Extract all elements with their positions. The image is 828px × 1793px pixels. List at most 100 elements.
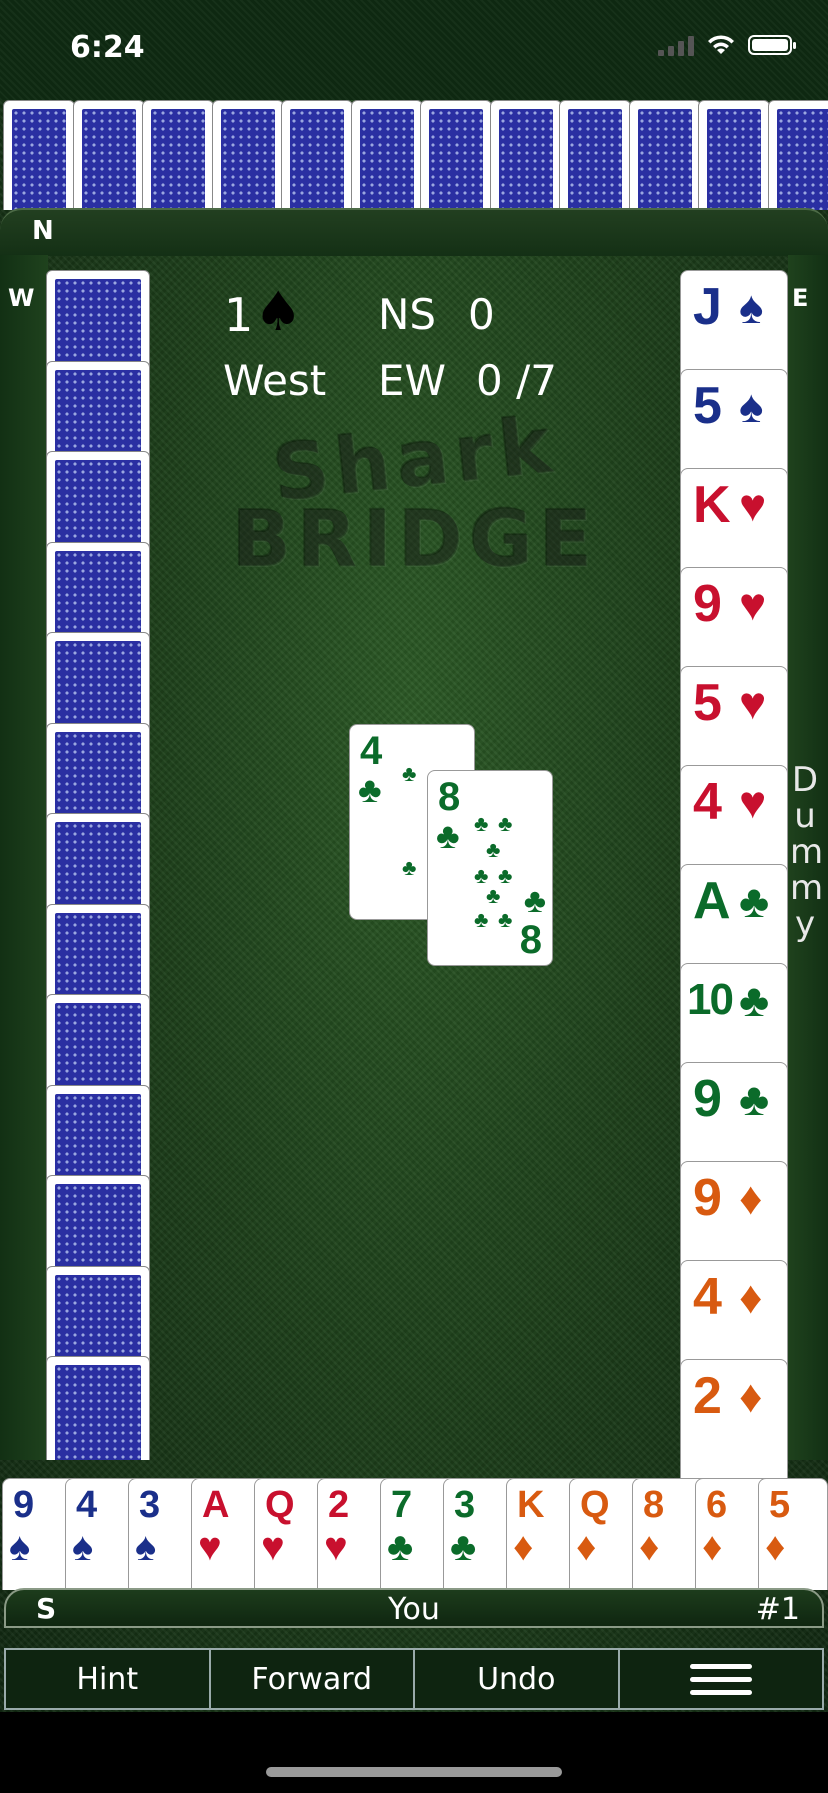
north-card-back: [211, 100, 284, 210]
dummy-letter: m: [790, 868, 824, 908]
hint-button[interactable]: Hint: [6, 1650, 211, 1708]
shark-bridge-logo: Shark BRIDGE: [225, 400, 605, 680]
card-rank: 9: [693, 1070, 722, 1128]
club-pip-icon: ♣: [486, 883, 501, 908]
card-rank: 10: [687, 975, 734, 1024]
card-suit-icon: ♦: [513, 1525, 534, 1569]
card-suit-icon: ♥: [324, 1525, 348, 1569]
west-seat-label: W: [8, 284, 35, 312]
card-rank: 8: [643, 1484, 665, 1526]
dummy-label: Dummy: [790, 762, 824, 944]
card-suit-icon: ♥: [261, 1525, 285, 1569]
dummy-letter: m: [790, 832, 824, 872]
card-suit-icon: ♦: [739, 1172, 763, 1224]
card-rank: J: [693, 278, 722, 336]
card-rank: 2: [328, 1484, 350, 1526]
west-hand: [46, 270, 150, 1460]
card-suit-icon: ♣: [739, 1073, 770, 1125]
south-seat-bar: S You #1: [4, 1588, 824, 1628]
north-card-back: [559, 100, 631, 210]
board-number: #1: [755, 1592, 800, 1627]
card-rank: 3: [454, 1484, 476, 1526]
card-suit-icon: ♠: [739, 380, 764, 432]
east-seat-label: E: [792, 284, 809, 312]
north-card-back: [628, 100, 701, 210]
status-time: 6:24: [70, 30, 145, 65]
contract-level: 1: [224, 288, 254, 342]
hamburger-menu-icon: [689, 1663, 752, 1695]
card-back-pattern: [290, 109, 344, 210]
south-card[interactable]: 5 ♦: [758, 1478, 828, 1590]
north-hand: [0, 100, 828, 210]
east-dummy-hand: J ♠ 5 ♠ K ♥ 9 ♥ 5 ♥ 4 ♥ A ♣ 10 ♣ 9 ♣ 9 ♦ 4 ♦ 2 ♦: [680, 270, 788, 1489]
card-back-pattern: [568, 109, 622, 210]
ew-label: EW: [378, 356, 447, 405]
card-rank: 5: [693, 674, 722, 732]
north-card-back: [420, 100, 492, 210]
north-card-back: [72, 100, 145, 210]
wifi-icon: [708, 35, 734, 54]
card-rank: A: [202, 1484, 230, 1526]
card-back-pattern: [12, 109, 66, 210]
card-rank: 9: [693, 575, 722, 633]
north-card-back: [281, 100, 353, 210]
status-icons: [658, 34, 796, 56]
north-card-back: [3, 100, 75, 210]
card-back-pattern: [220, 109, 275, 210]
card-back-pattern: [81, 109, 136, 210]
card-suit-icon: ♦: [739, 1271, 763, 1323]
card-suit-icon: ♦: [739, 1370, 763, 1422]
card-rank: 6: [706, 1484, 728, 1526]
club-pip-icon: ♣: [486, 837, 501, 862]
card-rank: Q: [580, 1484, 610, 1526]
north-seat-bar: N: [0, 208, 828, 256]
menu-button[interactable]: [620, 1650, 823, 1708]
card-rank: 5: [693, 377, 722, 435]
declarer: West: [223, 356, 327, 405]
east-card[interactable]: 2 ♦: [680, 1359, 788, 1489]
card-back-pattern: [359, 109, 414, 210]
trick-card-2: 8 ♣ ♣ ♣ ♣ ♣ ♣ ♣ ♣ ♣ 8 ♣: [427, 770, 553, 966]
card-rank: K: [517, 1484, 545, 1526]
action-toolbar: Hint Forward Undo: [4, 1648, 824, 1710]
card-rank: 3: [139, 1484, 161, 1526]
card-rank: 2: [693, 1367, 722, 1425]
card-suit-icon: ♦: [576, 1525, 597, 1569]
card-suit-bottom-icon: ♣: [523, 882, 546, 920]
card-suit-icon: ♥: [198, 1525, 222, 1569]
card-suit-icon: ♠: [739, 281, 764, 333]
club-pip-icon: ♣: [474, 811, 489, 836]
card-rank: 4: [76, 1484, 98, 1526]
card-rank: 5: [769, 1484, 791, 1526]
card-suit-icon: ♦: [639, 1525, 660, 1569]
card-rank: A: [693, 872, 731, 930]
club-pip-icon: ♣: [474, 907, 489, 932]
card-suit-icon: ♥: [739, 479, 767, 531]
battery-icon: [748, 35, 796, 55]
card-back-pattern: [151, 109, 205, 210]
north-card-back: [142, 100, 214, 210]
club-pip-icon: ♣: [498, 811, 513, 836]
card-suit-icon: ♦: [702, 1525, 723, 1569]
north-card-back: [489, 100, 562, 210]
card-back-pattern: [429, 109, 483, 210]
forward-button[interactable]: Forward: [211, 1650, 415, 1708]
north-card-back: [767, 100, 828, 210]
card-rank: 9: [693, 1169, 722, 1227]
card-back-pattern: [707, 109, 761, 210]
card-suit-icon: ♣: [739, 974, 770, 1026]
card-rank: 4: [693, 1268, 722, 1326]
undo-button[interactable]: Undo: [415, 1650, 620, 1708]
ns-label: NS: [378, 290, 437, 339]
card-rank: 7: [391, 1484, 413, 1526]
card-suit-icon: ♦: [765, 1525, 786, 1569]
card-back-pattern: [776, 109, 828, 210]
dummy-letter: y: [794, 904, 816, 944]
club-pip-icon: ♣: [498, 907, 513, 932]
card-back-pattern: [498, 109, 553, 210]
south-hand: 9 ♠ 4 ♠ 3 ♠ A ♥ Q ♥ 2 ♥ 7 ♣ 3 ♣ K ♦ Q ♦ 8 ♦ 6 ♦ 5 ♦: [0, 1478, 828, 1590]
bottom-safe-area: [0, 1712, 828, 1793]
club-pip-icon: ♣: [402, 855, 417, 880]
card-suit-icon: ♥: [739, 677, 767, 729]
card-suit-icon: ♠: [135, 1525, 157, 1569]
